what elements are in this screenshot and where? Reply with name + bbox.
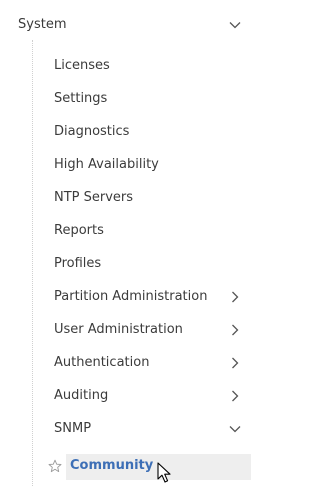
nav-item-label: Settings xyxy=(54,91,108,106)
nav-item-label: High Availability xyxy=(54,157,159,172)
chevron-down-icon[interactable] xyxy=(228,18,242,32)
chevron-right-icon[interactable] xyxy=(228,389,242,403)
nav-item-high-availability[interactable]: High Availability xyxy=(0,148,251,181)
nav-item-label: User Administration xyxy=(54,322,183,337)
nav-item-user-administration[interactable]: User Administration xyxy=(0,313,251,346)
nav-item-authentication[interactable]: Authentication xyxy=(0,346,251,379)
chevron-down-icon[interactable] xyxy=(228,422,242,436)
nav-item-label: NTP Servers xyxy=(54,190,134,205)
nav-item-ntp-servers[interactable]: NTP Servers xyxy=(0,181,251,214)
nav-section-label: System xyxy=(18,17,67,32)
nav-item-label: Auditing xyxy=(54,388,109,403)
nav-item-diagnostics[interactable]: Diagnostics xyxy=(0,115,251,148)
chevron-right-icon[interactable] xyxy=(228,323,242,337)
nav-item-licenses[interactable]: Licenses xyxy=(0,49,251,82)
nav-subitem-label: Community xyxy=(70,458,154,473)
nav-item-label: Partition Administration xyxy=(54,289,208,304)
nav-section-system[interactable]: System xyxy=(0,8,251,41)
nav-item-label: Licenses xyxy=(54,58,110,73)
nav-item-settings[interactable]: Settings xyxy=(0,82,251,115)
nav-item-profiles[interactable]: Profiles xyxy=(0,247,251,280)
nav-item-snmp[interactable]: SNMP xyxy=(0,412,251,445)
nav-item-label: SNMP xyxy=(54,421,92,436)
nav-item-partition-administration[interactable]: Partition Administration xyxy=(0,280,251,313)
nav-item-label: Diagnostics xyxy=(54,124,130,139)
chevron-right-icon[interactable] xyxy=(228,290,242,304)
nav-item-label: Profiles xyxy=(54,256,102,271)
nav-item-reports[interactable]: Reports xyxy=(0,214,251,247)
chevron-right-icon[interactable] xyxy=(228,356,242,370)
nav-item-label: Reports xyxy=(54,223,104,238)
nav-item-auditing[interactable]: Auditing xyxy=(0,379,251,412)
nav-item-label: Authentication xyxy=(54,355,150,370)
system-nav-menu: System Licenses Settings Diagnostics Hig… xyxy=(0,0,251,486)
mouse-cursor-icon xyxy=(157,462,173,484)
nav-subitem-community[interactable]: Community xyxy=(48,452,251,483)
star-outline-icon[interactable] xyxy=(48,458,62,473)
